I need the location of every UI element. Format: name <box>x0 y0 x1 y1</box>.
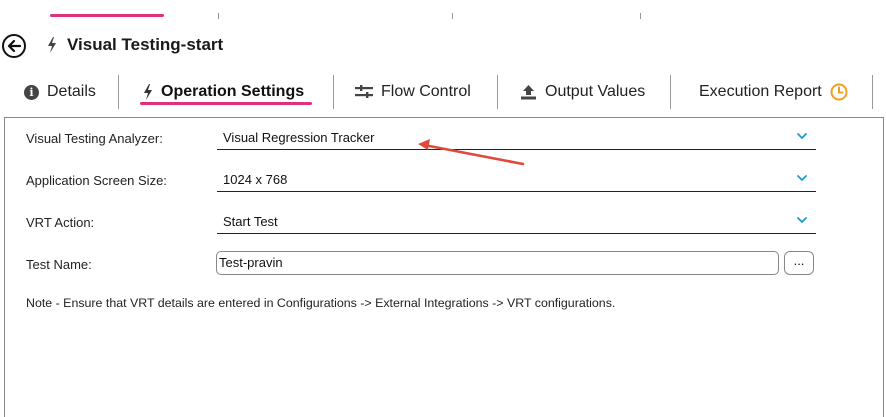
analyzer-label: Visual Testing Analyzer: <box>26 131 163 146</box>
bolt-icon <box>48 37 56 53</box>
back-arrow-icon <box>7 39 21 53</box>
tab-execution-report[interactable]: Execution Report <box>699 77 848 107</box>
tab-label: Output Values <box>545 83 646 100</box>
clock-icon <box>830 83 848 101</box>
vrt-action-value: Start Test <box>223 214 278 229</box>
tab-separator <box>670 75 671 109</box>
back-button[interactable] <box>2 34 26 58</box>
tab-details[interactable]: i Details <box>24 77 96 107</box>
tab-output-values[interactable]: Output Values <box>520 77 645 107</box>
tab-bar: i Details Operation Settings Flow Contro… <box>0 77 886 107</box>
active-tab-indicator <box>140 102 312 105</box>
screen-size-value: 1024 x 768 <box>223 172 288 187</box>
tab-label: Execution Report <box>699 83 822 100</box>
tab-label: Details <box>47 83 96 100</box>
analyzer-value: Visual Regression Tracker <box>223 130 375 145</box>
vrt-action-label: VRT Action: <box>26 215 95 230</box>
top-divider-tick <box>218 13 219 19</box>
tab-flow-control[interactable]: Flow Control <box>355 77 471 107</box>
tab-separator <box>872 75 873 109</box>
test-name-input[interactable]: Test-pravin <box>216 251 779 275</box>
top-divider-tick <box>452 13 453 19</box>
test-name-label: Test Name: <box>26 257 92 272</box>
flow-control-icon <box>355 85 373 98</box>
page-header: Visual Testing-start <box>0 34 886 60</box>
annotation-arrow <box>418 139 525 166</box>
tab-separator <box>118 75 119 109</box>
tab-label: Flow Control <box>381 83 471 100</box>
vrt-note: Note - Ensure that VRT details are enter… <box>26 296 616 310</box>
upload-icon <box>521 85 536 100</box>
chevron-down-icon <box>797 217 807 224</box>
bolt-icon <box>144 84 152 100</box>
browse-button[interactable]: ... <box>784 251 814 275</box>
tab-separator <box>497 75 498 109</box>
info-icon: i <box>24 84 39 100</box>
top-accent-line <box>50 14 164 17</box>
chevron-down-icon <box>797 133 807 140</box>
tab-label: Operation Settings <box>161 83 305 100</box>
tab-separator <box>333 75 334 109</box>
chevron-down-icon <box>797 175 807 182</box>
page-title: Visual Testing-start <box>67 35 224 54</box>
top-divider-tick <box>640 13 641 19</box>
vrt-action-select[interactable]: Start Test <box>217 213 816 234</box>
screen-size-select[interactable]: 1024 x 768 <box>217 171 816 192</box>
screen-size-label: Application Screen Size: <box>26 173 167 188</box>
